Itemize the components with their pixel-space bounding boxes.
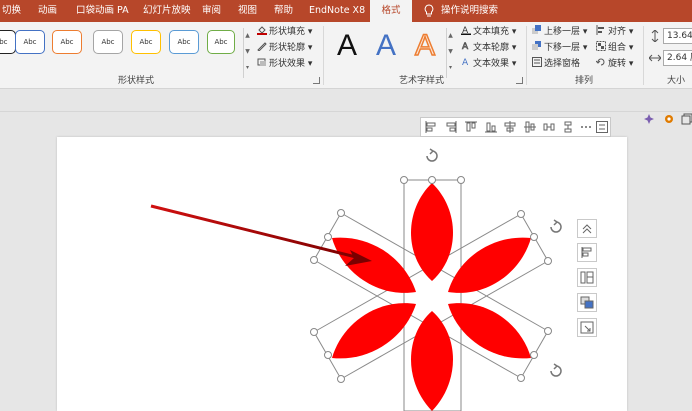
petal[interactable] bbox=[411, 311, 453, 411]
bring-to-front-icon bbox=[580, 296, 594, 309]
resize-icon bbox=[580, 321, 594, 334]
petal[interactable] bbox=[332, 237, 416, 293]
size-options-button[interactable] bbox=[577, 318, 597, 337]
slide-drawing-layer bbox=[150, 148, 562, 411]
distribute-icon bbox=[580, 271, 594, 284]
double-chevron-up-icon bbox=[582, 224, 592, 234]
flower-shape[interactable] bbox=[332, 183, 531, 411]
align-objects-icon bbox=[581, 247, 592, 258]
collapse-up-button[interactable] bbox=[577, 219, 597, 238]
arrange-options-button[interactable] bbox=[577, 268, 597, 287]
petal[interactable] bbox=[411, 183, 453, 281]
petal[interactable] bbox=[448, 237, 531, 293]
layout-options-button[interactable] bbox=[577, 243, 597, 262]
petal[interactable] bbox=[448, 303, 531, 359]
order-options-button[interactable] bbox=[577, 293, 597, 312]
petal[interactable] bbox=[332, 303, 416, 359]
